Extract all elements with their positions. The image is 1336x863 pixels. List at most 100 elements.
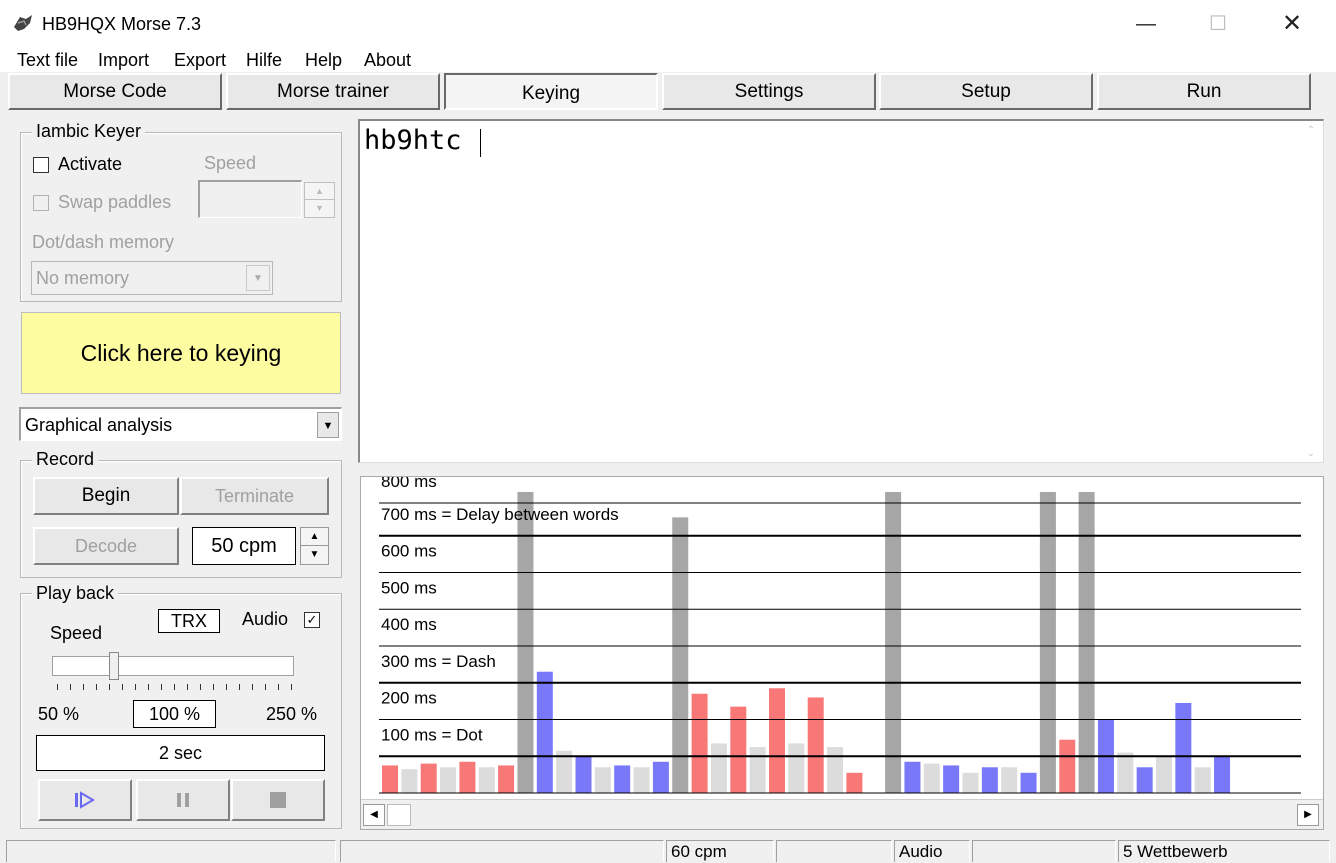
terminate-button[interactable]: Terminate: [180, 477, 329, 515]
chart-bar: [672, 517, 689, 793]
text-cursor: [480, 129, 481, 157]
scroll-down-icon[interactable]: ⌄: [1302, 448, 1320, 459]
status-cell-6: [972, 840, 1116, 862]
chart-bar: [420, 763, 437, 793]
chart-bar: [1156, 756, 1172, 793]
play-button[interactable]: [38, 779, 132, 821]
audio-checkbox[interactable]: ✓: [304, 612, 320, 628]
app-icon: [14, 15, 32, 31]
spin-down-icon[interactable]: ▼: [305, 200, 334, 217]
gridline-label: 100 ms = Dot: [381, 725, 483, 744]
editor-scrollbar[interactable]: ⌃ ⌄: [1302, 125, 1320, 459]
menu-hilfe[interactable]: Hilfe: [246, 50, 282, 71]
begin-button[interactable]: Begin: [33, 477, 179, 515]
menu-export[interactable]: Export: [174, 50, 226, 71]
close-button[interactable]: ✕: [1262, 8, 1322, 40]
chart-bar: [943, 765, 960, 793]
swap-paddles-checkbox[interactable]: [33, 195, 49, 211]
iambic-keyer-label: Iambic Keyer: [32, 121, 146, 142]
tab-settings[interactable]: Settings: [662, 73, 876, 110]
activate-checkbox[interactable]: [33, 157, 49, 173]
scroll-thumb[interactable]: [387, 804, 411, 826]
menu-text-file[interactable]: Text file: [17, 50, 78, 71]
stop-button[interactable]: [231, 779, 325, 821]
gridline-label: 300 ms = Dash: [381, 652, 496, 671]
swap-paddles-label: Swap paddles: [58, 192, 172, 212]
chart-bar: [710, 743, 727, 793]
record-speed-field[interactable]: 50 cpm: [192, 527, 296, 565]
chart-bar: [827, 747, 844, 793]
chevron-down-icon[interactable]: ▼: [246, 265, 270, 291]
stop-icon: [270, 792, 286, 808]
chart-bar: [769, 688, 785, 793]
speed-slider-thumb[interactable]: [108, 652, 119, 680]
maximize-button[interactable]: ☐: [1188, 8, 1248, 40]
speed-current-field: 100 %: [133, 700, 216, 728]
chart-bar: [1001, 767, 1018, 793]
chart-bar: [401, 769, 418, 793]
pause-button[interactable]: [136, 779, 230, 821]
analysis-select-value: Graphical analysis: [25, 415, 173, 435]
chart-bar: [652, 761, 669, 793]
chart-bar: [1194, 767, 1211, 793]
keying-button[interactable]: Click here to keying: [21, 312, 341, 394]
status-cell-2: [340, 840, 664, 862]
chart-bar: [440, 767, 457, 793]
record-label: Record: [32, 449, 99, 470]
playback-label: Play back: [32, 583, 119, 604]
tab-run[interactable]: Run: [1097, 73, 1311, 110]
spin-down-icon[interactable]: ▼: [301, 546, 328, 564]
chart-bar: [1136, 767, 1153, 793]
memory-select[interactable]: No memory ▼: [31, 261, 273, 295]
minimize-button[interactable]: —: [1116, 8, 1176, 40]
timing-chart-svg: 800 ms 700 ms = Delay between words 600 ms…: [379, 477, 1301, 794]
chart-bar: [1078, 492, 1095, 793]
menu-import[interactable]: Import: [98, 50, 149, 71]
tab-keying[interactable]: Keying: [444, 73, 658, 110]
chart-bar: [459, 761, 476, 793]
chart-bar: [807, 697, 824, 793]
speed-min-label: 50 %: [38, 704, 80, 724]
tab-setup[interactable]: Setup: [879, 73, 1093, 110]
status-cell-1: [6, 840, 336, 862]
analysis-select[interactable]: Graphical analysis ▼: [19, 407, 342, 441]
chart-bar: [1059, 739, 1076, 793]
gridline-label: 800 ms: [381, 477, 437, 491]
keying-text-editor[interactable]: hb9htc ⌃ ⌄: [358, 119, 1324, 463]
tab-morse-trainer[interactable]: Morse trainer: [226, 73, 440, 110]
gridline-label: 600 ms: [381, 542, 437, 561]
chart-bar: [691, 693, 708, 793]
chart-hscrollbar[interactable]: ◀ ▶: [361, 799, 1323, 829]
window-title: HB9HQX Morse 7.3: [42, 14, 202, 34]
tab-morse-code[interactable]: Morse Code: [8, 73, 222, 110]
slider-ticks: [57, 684, 293, 690]
status-audio: Audio: [894, 840, 970, 862]
dot-dash-memory-label: Dot/dash memory: [32, 232, 175, 252]
audio-label: Audio: [242, 609, 289, 629]
title-bar: HB9HQX Morse 7.3 — ☐ ✕: [0, 0, 1336, 46]
menu-help[interactable]: Help: [305, 50, 342, 71]
chart-bar: [1175, 702, 1192, 793]
gridline-label: 700 ms = Delay between words: [381, 505, 619, 524]
chart-bar: [614, 765, 631, 793]
keyer-speed-input[interactable]: [198, 180, 302, 218]
speed-slider-track[interactable]: [52, 656, 294, 676]
spin-up-icon[interactable]: ▲: [301, 528, 328, 546]
status-bar: 60 cpm Audio 5 Wettbewerb: [0, 838, 1336, 862]
scroll-left-icon[interactable]: ◀: [363, 804, 385, 826]
scroll-up-icon[interactable]: ⌃: [1302, 125, 1320, 136]
chevron-down-icon[interactable]: ▼: [317, 412, 339, 438]
decode-button[interactable]: Decode: [33, 527, 179, 565]
menu-about[interactable]: About: [364, 50, 411, 71]
status-cell-4: [776, 840, 892, 862]
chart-bar: [1117, 752, 1134, 793]
scroll-right-icon[interactable]: ▶: [1297, 804, 1319, 826]
trx-button[interactable]: TRX: [158, 609, 220, 633]
chart-bar: [923, 763, 940, 793]
chart-bar: [633, 767, 650, 793]
spin-up-icon[interactable]: ▲: [305, 183, 334, 200]
chart-bar: [498, 765, 515, 793]
record-speed-spinner[interactable]: ▲ ▼: [300, 527, 329, 565]
keyer-speed-spinner[interactable]: ▲ ▼: [304, 182, 335, 218]
chart-bar: [788, 743, 805, 793]
